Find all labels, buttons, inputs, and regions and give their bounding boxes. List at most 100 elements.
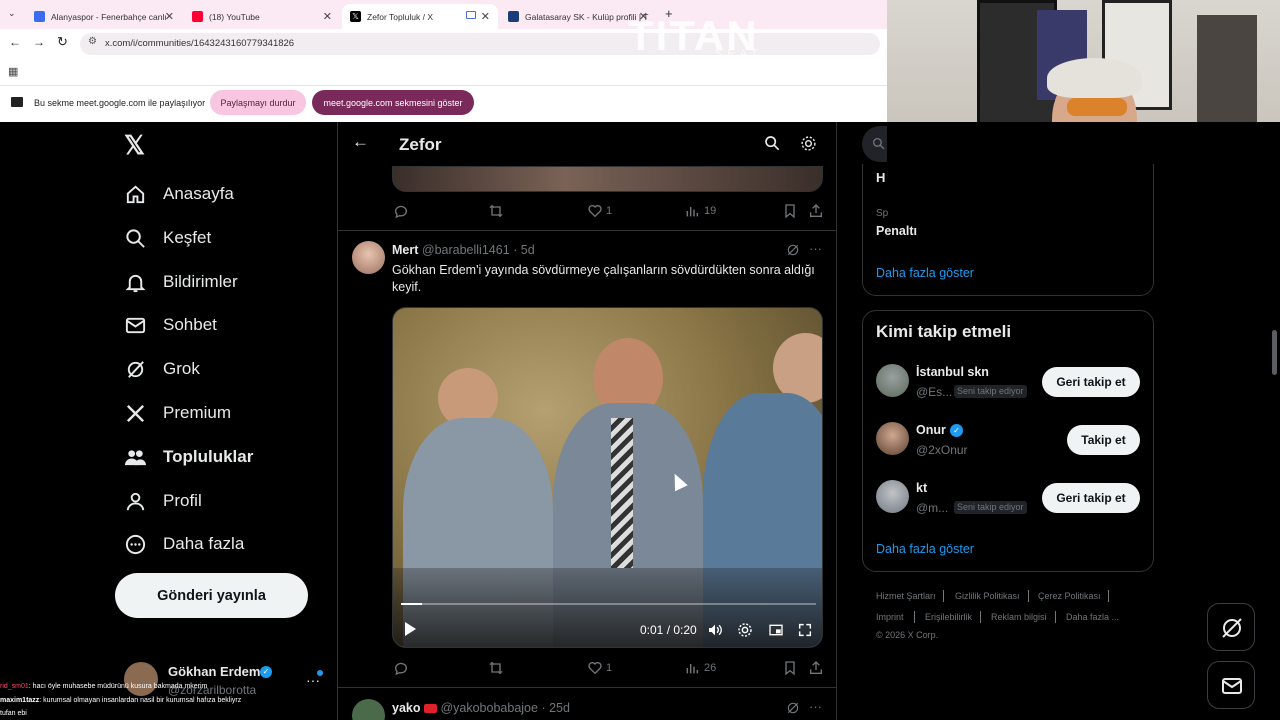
grok-float-button[interactable] xyxy=(1207,603,1255,651)
footer-link[interactable]: Imprint xyxy=(876,612,904,622)
repost-icon[interactable] xyxy=(488,203,504,219)
suggestion-handle[interactable]: @Es... xyxy=(916,385,952,399)
heart-icon[interactable] xyxy=(587,203,603,219)
more-icon[interactable]: ··· xyxy=(809,241,822,256)
show-more-link[interactable]: Daha fazla göster xyxy=(876,542,974,556)
flag-icon xyxy=(423,704,437,714)
footer-link[interactable]: Gizlilik Politikası xyxy=(955,591,1020,601)
footer-link[interactable]: Reklam bilgisi xyxy=(991,612,1047,622)
video-tie xyxy=(611,418,633,568)
avatar[interactable] xyxy=(876,480,909,513)
footer-link[interactable]: Hizmet Şartları xyxy=(876,591,936,601)
suggestion-name[interactable]: kt xyxy=(916,481,927,495)
play-icon[interactable] xyxy=(405,622,416,636)
author-handle[interactable]: @yakobobabajoe xyxy=(440,701,538,715)
site-info-icon[interactable]: ⚙ xyxy=(88,36,97,47)
post-header: Mert @barabelli1461 · 5d xyxy=(392,243,535,257)
post-time[interactable]: · 25d xyxy=(541,701,570,715)
repost-icon[interactable] xyxy=(488,660,504,676)
video-player[interactable]: 0:01 / 0:20 xyxy=(392,307,823,648)
account-name[interactable]: Gökhan Erdem xyxy=(168,664,260,679)
suggestion-name[interactable]: Onur xyxy=(916,423,946,437)
search-icon[interactable] xyxy=(764,135,780,151)
stop-sharing-button[interactable]: Paylaşmayı durdur xyxy=(210,90,306,115)
suggestion-handle[interactable]: @2xOnur xyxy=(916,443,968,457)
follow-button[interactable]: Takip et xyxy=(1067,425,1140,455)
avatar[interactable] xyxy=(124,662,158,696)
reply-icon[interactable] xyxy=(393,660,409,676)
follow-back-button[interactable]: Geri takip et xyxy=(1042,367,1140,397)
fullscreen-icon[interactable] xyxy=(797,622,813,638)
messages-float-button[interactable] xyxy=(1207,661,1255,709)
footer-more-link[interactable]: Daha fazla ... xyxy=(1066,612,1119,622)
url-text[interactable]: x.com/i/communities/1643243160779341826 xyxy=(105,38,294,49)
x-logo-icon[interactable]: 𝕏 xyxy=(124,130,145,161)
footer-link[interactable]: Çerez Politikası xyxy=(1038,591,1101,601)
share-icon[interactable] xyxy=(808,660,824,676)
nav-home[interactable]: Anasayfa xyxy=(124,176,234,212)
author-name[interactable]: yako xyxy=(392,701,421,715)
tab-youtube[interactable]: (18) YouTube ✕ xyxy=(184,4,340,29)
close-icon[interactable]: ✕ xyxy=(165,10,174,23)
author-handle[interactable]: @barabelli1461 xyxy=(422,243,510,257)
footer-divider xyxy=(914,611,915,623)
show-meet-tab-button[interactable]: meet.google.com sekmesini göster xyxy=(312,90,474,115)
views-icon[interactable] xyxy=(684,660,700,676)
trend-item[interactable]: Penaltı xyxy=(876,224,917,238)
reload-icon[interactable]: ↻ xyxy=(57,34,68,50)
nav-explore[interactable]: Keşfet xyxy=(124,220,211,256)
author-name[interactable]: Mert xyxy=(392,243,418,257)
bookmark-icon[interactable] xyxy=(782,660,798,676)
nav-profile[interactable]: Profil xyxy=(124,483,202,519)
avatar[interactable] xyxy=(352,241,385,274)
nav-chat[interactable]: Sohbet xyxy=(124,307,217,343)
grok-icon[interactable] xyxy=(786,701,800,715)
pip-icon[interactable] xyxy=(768,622,784,638)
avatar[interactable] xyxy=(352,699,385,720)
volume-icon[interactable] xyxy=(707,622,723,638)
chat-line: maxim1tazz: kurumsal olmayan insanlardan… xyxy=(0,697,242,704)
tab-alanyaspor[interactable]: Alanyaspor - Fenerbahçe canlı ✕ xyxy=(26,4,182,29)
bookmark-icon[interactable] xyxy=(782,203,798,219)
follow-back-button[interactable]: Geri takip et xyxy=(1042,483,1140,513)
nav-more[interactable]: Daha fazla xyxy=(124,526,244,562)
video-progress-track[interactable] xyxy=(401,603,816,605)
show-more-link[interactable]: Daha fazla göster xyxy=(876,266,974,280)
nav-premium[interactable]: Premium xyxy=(124,395,231,431)
post-time[interactable]: · 5d xyxy=(513,243,535,257)
close-icon[interactable]: ✕ xyxy=(323,10,332,23)
more-circle-icon xyxy=(125,534,146,554)
tab-zefor[interactable]: 𝕏 Zefor Topluluk / X ✕ xyxy=(342,4,498,29)
more-icon[interactable]: ··· xyxy=(809,699,822,714)
close-icon[interactable]: ✕ xyxy=(481,10,490,23)
search-icon xyxy=(872,137,885,150)
heart-icon[interactable] xyxy=(587,660,603,676)
nav-notifications[interactable]: Bildirimler xyxy=(124,264,238,300)
tab-list-icon[interactable]: ⌄ xyxy=(8,8,16,19)
grok-icon[interactable] xyxy=(786,243,800,257)
views-icon[interactable] xyxy=(684,203,700,219)
back-icon[interactable]: ← xyxy=(352,132,369,152)
reply-icon[interactable] xyxy=(393,203,409,219)
gear-icon[interactable] xyxy=(800,135,817,152)
share-icon[interactable] xyxy=(808,203,824,219)
forward-icon[interactable]: → xyxy=(33,35,45,49)
verified-icon: ✓ xyxy=(260,666,272,678)
footer-link[interactable]: Erişilebilirlik xyxy=(925,612,972,622)
post-button[interactable]: Gönderi yayınla xyxy=(115,573,308,618)
previous-post-media[interactable] xyxy=(392,166,823,192)
avatar[interactable] xyxy=(876,422,909,455)
suggestion-handle[interactable]: @m... xyxy=(916,501,948,515)
nav-label: Keşfet xyxy=(163,228,212,247)
trend-title-partial[interactable]: H xyxy=(876,170,885,185)
chat-line: tufan ebi xyxy=(0,710,27,717)
nav-communities[interactable]: Topluluklar xyxy=(124,439,253,475)
nav-grok[interactable]: Grok xyxy=(124,351,200,387)
apps-grid-icon[interactable]: ▦ xyxy=(8,65,18,78)
video-controls-bg xyxy=(393,568,822,647)
suggestion-name[interactable]: İstanbul skn xyxy=(916,365,989,379)
back-icon[interactable]: ← xyxy=(9,35,21,49)
settings-icon[interactable] xyxy=(737,622,753,638)
scrollbar-thumb[interactable] xyxy=(1272,330,1277,375)
avatar[interactable] xyxy=(876,364,909,397)
